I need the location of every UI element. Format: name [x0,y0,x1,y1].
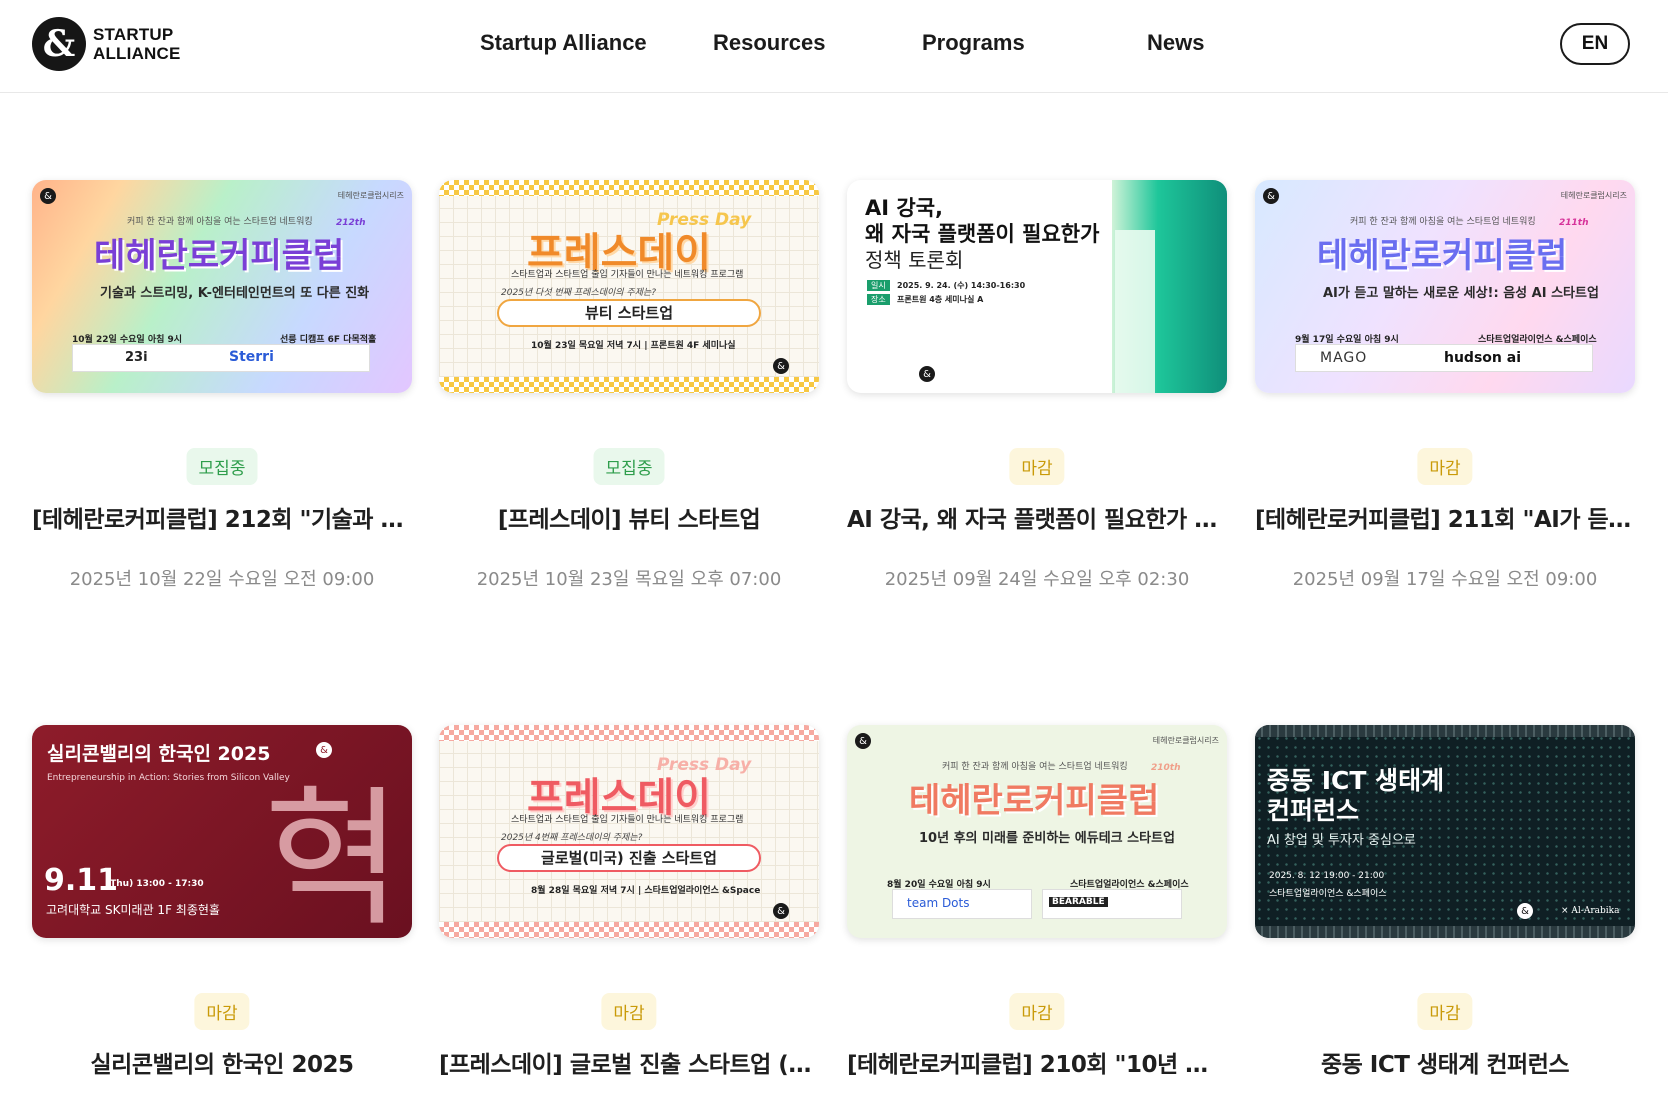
status-badge: 마감 [1009,448,1065,485]
site-header: & STARTUP ALLIANCE Startup Alliance Reso… [0,0,1668,93]
sponsor-box: team Dots [892,889,1032,919]
status-badge: 마감 [194,993,250,1030]
event-thumbnail[interactable]: 실리콘밸리의 한국인 2025 & Entrepreneurship in Ac… [32,725,412,938]
event-card[interactable]: & 테헤란로클럽시리즈 커피 한 잔과 함께 아침을 여는 스타트업 네트워킹 … [1255,180,1635,590]
event-card[interactable]: & 테헤란로클럽시리즈 커피 한 잔과 함께 아침을 여는 스타트업 네트워킹 … [32,180,412,590]
status-badge: 마감 [1009,993,1065,1030]
event-date: 2025년 10월 22일 수요일 오전 09:00 [69,569,375,590]
status-badge: 마감 [1417,448,1473,485]
event-thumbnail[interactable]: 중동 ICT 생태계 컨퍼런스 AI 창업 및 투자자 중심으로 2025. 8… [1255,725,1635,938]
event-thumbnail[interactable]: & 테헤란로클럽시리즈 커피 한 잔과 함께 아침을 여는 스타트업 네트워킹 … [1255,180,1635,393]
status-badge: 모집중 [593,448,665,485]
event-title[interactable]: [테헤란로커피클럽] 210회 "10년 후의 미래를 준비하는 에듀테크 스타… [847,1045,1227,1079]
event-thumbnail[interactable]: Press Day 프레스데이 스타트업과 스타트업 출입 기자들이 만나는 네… [439,725,819,938]
event-title[interactable]: 실리콘밸리의 한국인 2025 [32,1045,412,1079]
alliance-logo-icon: & [1517,903,1533,919]
event-thumbnail[interactable]: & 테헤란로클럽시리즈 커피 한 잔과 함께 아침을 여는 스타트업 네트워킹 … [32,180,412,393]
nav-programs[interactable]: Programs [922,30,1025,56]
site-logo[interactable]: & STARTUP ALLIANCE [32,17,181,71]
checker-border [439,180,819,196]
event-card[interactable]: Press Day 프레스데이 스타트업과 스타트업 출입 기자들이 만나는 네… [439,725,819,1078]
checker-border [439,377,819,393]
decorative-glyph: 혁 [264,773,403,938]
topic-pill: 글로벌(미국) 진출 스타트업 [497,844,761,872]
status-badge: 마감 [1417,993,1473,1030]
alliance-logo-icon: & [40,188,56,204]
sponsor-box: BEARABLE [1042,889,1182,919]
event-title[interactable]: [프레스데이] 글로벌 진출 스타트업 (미국) [439,1045,819,1079]
logo-icon: & [32,17,86,71]
event-card[interactable]: 실리콘밸리의 한국인 2025 & Entrepreneurship in Ac… [32,725,412,1078]
event-title[interactable]: [프레스데이] 뷰티 스타트업 [439,500,819,534]
pattern-border [1255,926,1635,938]
event-title[interactable]: [테헤란로커피클럽] 212회 "기술과 스트리밍, K-엔터테인먼트의 또 다… [32,500,412,534]
event-title[interactable]: 중동 ICT 생태계 컨퍼런스 [1255,1045,1635,1079]
event-card[interactable]: & 테헤란로클럽시리즈 커피 한 잔과 함께 아침을 여는 스타트업 네트워킹 … [847,725,1227,1078]
event-thumbnail[interactable]: & 테헤란로클럽시리즈 커피 한 잔과 함께 아침을 여는 스타트업 네트워킹 … [847,725,1227,938]
sponsor-strip: 23i Sterri [72,344,370,372]
event-thumbnail[interactable]: Press Day 프레스데이 스타트업과 스타트업 출입 기자들이 만나는 네… [439,180,819,393]
checker-border [439,922,819,938]
event-card[interactable]: Press Day 프레스데이 스타트업과 스타트업 출입 기자들이 만나는 네… [439,180,819,590]
alliance-logo-icon: & [316,742,332,758]
event-date: 2025년 09월 24일 수요일 오후 02:30 [884,569,1190,590]
logo-wordmark: STARTUP ALLIANCE [93,25,181,63]
status-badge: 마감 [601,993,657,1030]
event-title[interactable]: [테헤란로커피클럽] 211회 "AI가 듣고 말하는 새로운 세상!: 음성 … [1255,500,1635,534]
pattern-border [1255,725,1635,737]
topic-pill: 뷰티 스타트업 [497,299,761,327]
alliance-logo-icon: & [855,733,871,749]
checker-border [439,725,819,741]
nav-startup-alliance[interactable]: Startup Alliance [480,30,647,56]
sponsor-strip: MAGO hudson ai [1295,344,1593,372]
event-date: 2025년 10월 23일 목요일 오후 07:00 [476,569,782,590]
event-card[interactable]: 중동 ICT 생태계 컨퍼런스 AI 창업 및 투자자 중심으로 2025. 8… [1255,725,1635,1078]
nav-resources[interactable]: Resources [713,30,826,56]
alliance-logo-icon: & [773,358,789,374]
alliance-logo-icon: & [1263,188,1279,204]
event-thumbnail[interactable]: AI 강국, 왜 자국 플랫폼이 필요한가 정책 토론회 일시 2025. 9.… [847,180,1227,393]
status-badge: 모집중 [186,448,258,485]
nav-news[interactable]: News [1147,30,1204,56]
alliance-logo-icon: & [919,366,935,382]
language-toggle-button[interactable]: EN [1560,23,1630,65]
event-card[interactable]: AI 강국, 왜 자국 플랫폼이 필요한가 정책 토론회 일시 2025. 9.… [847,180,1227,590]
event-title[interactable]: AI 강국, 왜 자국 플랫폼이 필요한가 정책 토론회 [847,500,1227,534]
alliance-logo-icon: & [773,903,789,919]
event-date: 2025년 09월 17일 수요일 오전 09:00 [1292,569,1598,590]
